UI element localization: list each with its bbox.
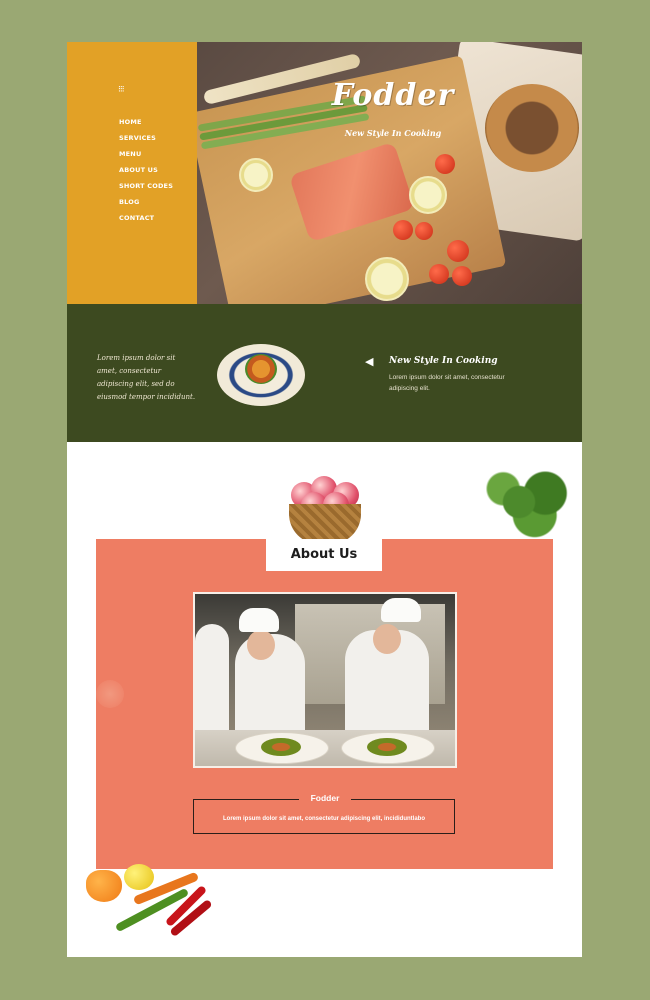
chef-head <box>373 624 401 654</box>
yellow-pepper-image <box>124 864 154 890</box>
hero-food-image: Fodder New Style In Cooking <box>197 42 582 304</box>
fodder-box-text: Lorem ipsum dolor sit amet, consectetur … <box>222 816 426 822</box>
orange-pepper-image <box>86 870 122 902</box>
tomato-decoration-image <box>96 680 124 708</box>
brand-logo[interactable]: Fodder <box>327 78 459 114</box>
intro-text: Lorem ipsum dolor sit amet, consectetur … <box>97 354 196 401</box>
menu-icon[interactable]: ⁝⁝⁝ <box>118 85 128 95</box>
about-heading: About Us <box>266 539 382 571</box>
lemon-slice-image <box>239 158 273 192</box>
lemon-slice-image <box>365 257 409 301</box>
tomato-image <box>429 264 449 284</box>
chef-hat <box>381 598 421 622</box>
vegetables-image <box>82 862 213 942</box>
nav-item-short-codes[interactable]: SHORT CODES <box>119 182 173 198</box>
chef-head <box>247 630 275 660</box>
chefs-photo <box>193 592 457 768</box>
chef-hat <box>239 608 279 632</box>
avocado-dish-image <box>367 738 407 756</box>
chef-figure <box>195 624 229 734</box>
tomato-image <box>452 266 472 286</box>
brand-tagline: New Style In Cooking <box>344 128 442 138</box>
tomato-image <box>415 222 433 240</box>
nav-item-home[interactable]: HOME <box>119 118 173 134</box>
herbs-image <box>477 458 582 546</box>
tomato-image <box>393 220 413 240</box>
avocado-dish-image <box>261 738 301 756</box>
arrow-left-icon[interactable]: ◀ <box>365 356 379 368</box>
fodder-box-title: Fodder <box>299 792 351 804</box>
hero-section: ⁝⁝⁝ HOME SERVICES MENU ABOUT US SHORT CO… <box>67 42 582 304</box>
intro-band: Lorem ipsum dolor sit amet, consectetur … <box>67 304 582 442</box>
page: ⁝⁝⁝ HOME SERVICES MENU ABOUT US SHORT CO… <box>67 42 582 957</box>
dish-image <box>245 354 277 384</box>
nav-item-services[interactable]: SERVICES <box>119 134 173 150</box>
peppercorn-bowl-image <box>485 84 579 172</box>
nav-item-blog[interactable]: BLOG <box>119 198 173 214</box>
nav-item-about-us[interactable]: ABOUT US <box>119 166 173 182</box>
side-navigation: ⁝⁝⁝ HOME SERVICES MENU ABOUT US SHORT CO… <box>67 42 197 304</box>
tomato-image <box>447 240 469 262</box>
lemon-slice-image <box>409 176 447 214</box>
tomato-image <box>435 154 455 174</box>
nav-item-menu[interactable]: MENU <box>119 150 173 166</box>
basket-image <box>289 504 361 544</box>
nav-menu: HOME SERVICES MENU ABOUT US SHORT CODES … <box>119 118 173 230</box>
band-title: New Style In Cooking <box>389 356 498 366</box>
band-description: Lorem ipsum dolor sit amet, consectetur … <box>389 374 505 392</box>
fruit-basket-image <box>285 474 365 544</box>
nav-item-contact[interactable]: CONTACT <box>119 214 173 230</box>
